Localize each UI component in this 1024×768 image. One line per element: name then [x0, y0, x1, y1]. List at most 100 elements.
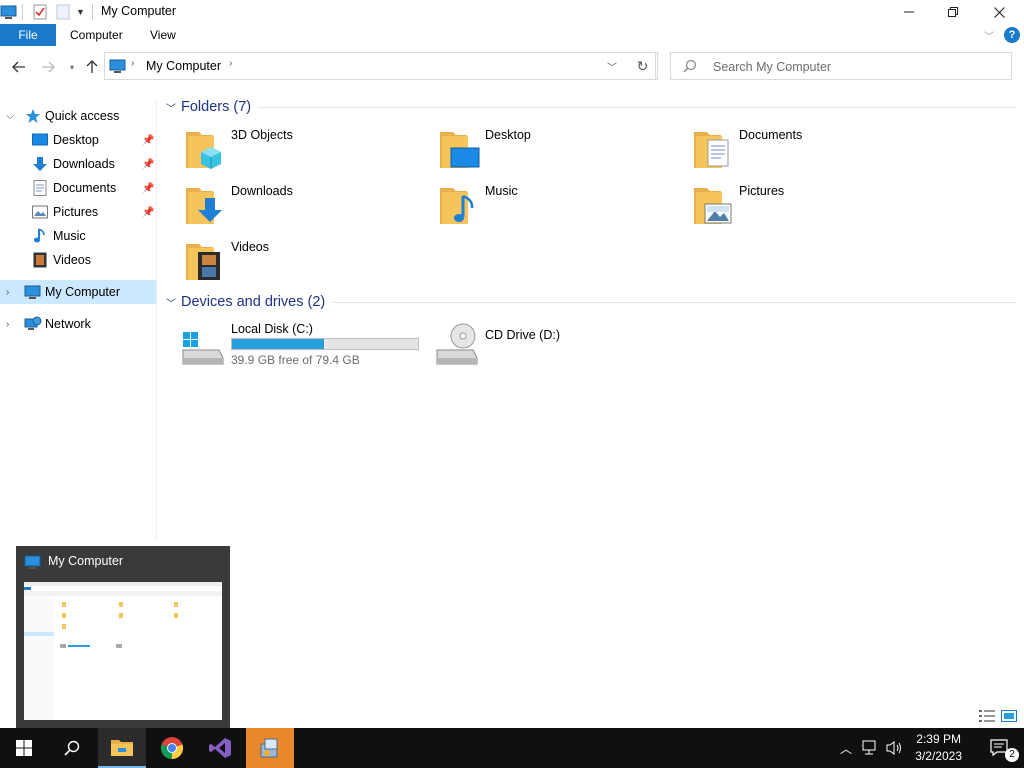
folder-name: Downloads — [231, 184, 293, 198]
sidebar-item-videos[interactable]: Videos — [0, 248, 156, 272]
pin-icon[interactable]: 📌 — [142, 135, 154, 146]
qa-separator — [22, 4, 23, 20]
devices-group-header[interactable]: ﹀ Devices and drives (2) — [166, 292, 325, 312]
chevron-down-icon[interactable]: ﹀ — [166, 100, 180, 115]
taskbar-installer-app[interactable] — [246, 728, 294, 768]
action-center-button[interactable]: 2 — [976, 728, 1024, 768]
sidebar-item-label: Downloads — [53, 157, 115, 171]
large-icons-view-icon — [1001, 710, 1017, 722]
forward-button[interactable] — [38, 58, 58, 76]
sidebar-item-network[interactable]: › Network — [0, 312, 156, 336]
start-button[interactable] — [0, 728, 48, 768]
taskbar-thumbnail-preview[interactable]: My Computer — [16, 546, 230, 728]
music-note-icon — [32, 228, 48, 244]
close-button[interactable] — [976, 0, 1022, 24]
sidebar-item-my-computer[interactable]: › My Computer — [0, 280, 156, 304]
large-icons-view-button[interactable] — [1000, 708, 1018, 724]
minimize-button[interactable] — [886, 0, 932, 24]
back-arrow-icon — [12, 61, 25, 73]
chevron-right-icon[interactable]: › — [6, 319, 9, 330]
properties-icon[interactable] — [33, 4, 47, 20]
details-view-icon — [979, 710, 995, 722]
folder-documents[interactable]: Documents — [691, 126, 941, 176]
drive-local-disk-c[interactable]: Local Disk (C:) 39.9 GB free of 79.4 GB — [181, 320, 431, 370]
pin-icon[interactable]: 📌 — [142, 183, 154, 194]
sidebar-item-music[interactable]: Music — [0, 224, 156, 248]
breadcrumb-chevron-icon[interactable]: › — [131, 58, 134, 69]
chevron-down-icon[interactable]: ⌵ — [6, 110, 14, 123]
taskbar-search-button[interactable] — [48, 728, 96, 768]
details-view-button[interactable] — [978, 708, 996, 724]
videos-folder-icon — [186, 244, 220, 280]
film-strip-icon — [32, 252, 48, 268]
folder-videos[interactable]: Videos — [183, 238, 433, 288]
up-arrow-icon — [86, 60, 98, 73]
drive-cd-d[interactable]: CD Drive (D:) — [435, 320, 685, 370]
show-hidden-icons-chevron-icon[interactable]: ︿ — [840, 740, 852, 757]
expand-ribbon-icon[interactable]: ﹀ — [984, 28, 994, 43]
chevron-down-icon[interactable]: ﹀ — [166, 295, 180, 310]
sidebar-item-quick-access[interactable]: ⌵ Quick access — [0, 104, 156, 128]
pin-icon[interactable]: 📌 — [142, 207, 154, 218]
folder-3d-objects[interactable]: 3D Objects — [183, 126, 433, 176]
network-tray-icon[interactable] — [862, 740, 880, 759]
breadcrumb-chevron-icon[interactable]: › — [229, 58, 232, 69]
folders-group-header[interactable]: ﹀ Folders (7) — [166, 97, 251, 117]
folder-downloads[interactable]: Downloads — [183, 182, 433, 232]
folder-name: Music — [485, 184, 518, 198]
folder-name: Desktop — [485, 128, 531, 142]
taskbar-chrome[interactable] — [148, 728, 196, 768]
network-icon — [24, 316, 42, 332]
drive-usage-fill — [232, 339, 325, 349]
search-box[interactable] — [670, 52, 1012, 80]
group-title: Devices and drives (2) — [181, 294, 326, 310]
sidebar-item-documents[interactable]: Documents 📌 — [0, 176, 156, 200]
tab-computer[interactable]: Computer — [58, 24, 135, 46]
sidebar-item-label: Pictures — [53, 205, 99, 219]
pin-icon[interactable]: 📌 — [142, 159, 154, 170]
sidebar-item-pictures[interactable]: Pictures 📌 — [0, 200, 156, 224]
computer-icon — [109, 58, 127, 77]
recent-locations-dropdown-icon[interactable]: ▾ — [62, 58, 82, 76]
tab-view[interactable]: View — [138, 24, 188, 46]
sidebar-item-desktop[interactable]: Desktop 📌 — [0, 128, 156, 152]
drive-name: Local Disk (C:) — [231, 322, 313, 336]
folder-pictures[interactable]: Pictures — [691, 182, 941, 232]
chevron-right-icon[interactable]: › — [6, 287, 9, 298]
folder-music[interactable]: Music — [437, 182, 687, 232]
folder-desktop[interactable]: Desktop — [437, 126, 687, 176]
address-dropdown-icon[interactable]: ﹀ — [607, 59, 617, 74]
sidebar-item-label: My Computer — [45, 285, 121, 299]
address-bar[interactable]: › My Computer › ﹀ — [104, 52, 656, 80]
breadcrumb-my-computer[interactable]: My Computer — [146, 59, 221, 73]
windows-drive-icon — [182, 332, 224, 365]
sidebar-item-downloads[interactable]: Downloads 📌 — [0, 152, 156, 176]
window-title: My Computer — [101, 4, 177, 18]
chrome-icon — [160, 737, 184, 760]
music-folder-icon — [440, 188, 474, 224]
up-button[interactable] — [82, 58, 102, 76]
search-input[interactable] — [711, 59, 1005, 75]
sidebar-item-label: Music — [53, 229, 86, 243]
clock-time: 2:39 PM — [916, 732, 961, 746]
customize-qa-dropdown-icon[interactable]: ▼ — [76, 4, 85, 20]
restore-button[interactable] — [930, 0, 976, 24]
group-divider — [332, 302, 1016, 303]
computer-icon — [24, 554, 42, 573]
navigation-pane: ⌵ Quick access Desktop 📌 Downloads 📌 Doc… — [0, 100, 156, 540]
back-button[interactable] — [9, 58, 29, 76]
system-clock[interactable]: 2:39 PM 3/2/2023 — [915, 731, 962, 765]
new-folder-icon[interactable] — [56, 4, 70, 20]
help-icon[interactable]: ? — [1004, 27, 1020, 43]
taskbar-visual-studio[interactable] — [196, 728, 244, 768]
volume-icon[interactable] — [886, 740, 904, 759]
group-title: Folders (7) — [181, 99, 252, 115]
computer-app-icon — [0, 4, 18, 20]
sidebar-item-label: Quick access — [45, 109, 120, 123]
star-icon — [25, 108, 41, 124]
tab-file[interactable]: File — [0, 24, 56, 46]
pane-divider[interactable] — [156, 100, 157, 540]
desktop-icon — [32, 132, 48, 148]
refresh-button[interactable]: ↻ — [628, 52, 658, 80]
taskbar-file-explorer[interactable] — [98, 728, 146, 768]
